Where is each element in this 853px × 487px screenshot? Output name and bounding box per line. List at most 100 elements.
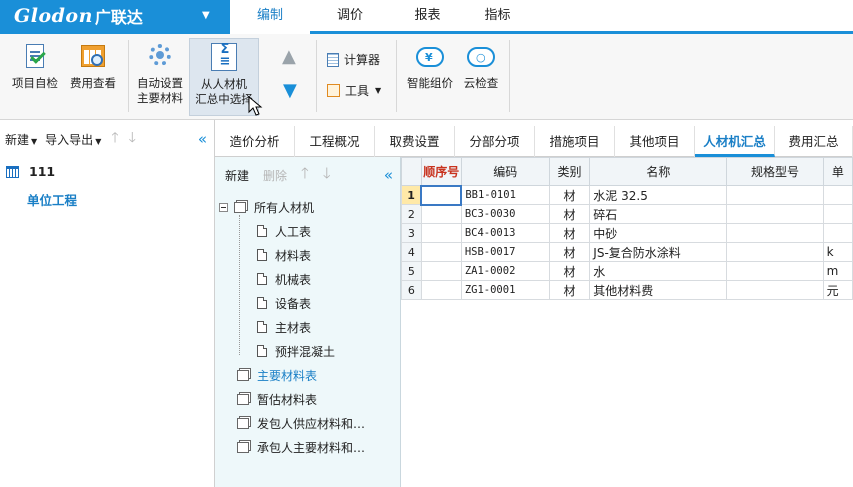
spec-cell[interactable] — [726, 280, 824, 300]
name-cell[interactable]: 中砂 — [589, 223, 728, 243]
name-cell[interactable]: JS-复合防水涂料 — [589, 242, 728, 262]
column-header-sequence[interactable]: 顺序号 — [420, 157, 462, 186]
unit-project-node[interactable]: 单位工程 — [27, 190, 77, 209]
tab-fee-settings[interactable]: 取费设置 — [375, 126, 455, 157]
name-cell[interactable]: 水泥 32.5 — [589, 185, 728, 205]
page-icon — [257, 297, 267, 309]
arrow-down-icon[interactable]: 🡓 — [323, 163, 331, 188]
table-row[interactable]: 4 HSB-0017 材 JS-复合防水涂料 k — [401, 242, 853, 262]
tree-node-label: 预拌混凝土 — [275, 344, 336, 359]
cloud-yen-icon: ¥ — [414, 42, 446, 72]
collapse-left-icon[interactable]: « — [198, 130, 207, 148]
tree-node-labor[interactable]: 人工表 — [257, 220, 311, 242]
menu-price-adjust[interactable]: 调价 — [310, 0, 390, 32]
project-check-button[interactable]: 项目自检 — [6, 38, 64, 91]
sequence-cell[interactable] — [420, 184, 463, 206]
sequence-cell[interactable] — [420, 280, 462, 300]
tree-node-main-materials[interactable]: 主材表 — [257, 316, 311, 338]
table-row[interactable]: 5 ZA1-0002 材水 m — [401, 261, 853, 281]
sequence-cell[interactable] — [420, 242, 462, 262]
tree-node-contractor-main[interactable]: 承包人主要材料和… — [237, 436, 365, 458]
arrow-up-icon[interactable]: 🡑 — [301, 163, 309, 188]
tab-cost-analysis[interactable]: 造价分析 — [215, 126, 295, 157]
project-tree-panel: 新建 ▼ 导入导出 ▼ 🡑 🡓 « 111 单位工程 — [0, 120, 215, 487]
table-row[interactable]: 1 BB1-0101 材水泥 32.5 — [401, 184, 853, 206]
move-down-icon[interactable]: ▼ — [283, 80, 297, 101]
tools-dropdown[interactable]: 工具 ▼ — [327, 82, 381, 99]
project-node[interactable]: 111 — [6, 164, 55, 179]
menu-indicators[interactable]: 指标 — [465, 0, 530, 32]
code-cell[interactable]: ZG1-0001 — [460, 280, 550, 300]
unit-cell[interactable]: k — [822, 242, 853, 262]
smart-price-button[interactable]: ¥ 智能组价 — [402, 38, 458, 91]
category-cell[interactable]: 材 — [548, 185, 591, 205]
name-cell[interactable]: 其他材料费 — [589, 280, 728, 300]
spec-cell[interactable] — [726, 185, 824, 205]
table-row[interactable]: 6 ZG1-0001 材其他材料费 元 — [401, 280, 853, 300]
tree-node-employer-supplied[interactable]: 发包人供应材料和… — [237, 412, 365, 434]
tab-resource-summary[interactable]: 人材机汇总 — [695, 126, 775, 157]
app-logo-button[interactable]: Glodon 广联达 ▼ — [0, 0, 230, 32]
column-header-code[interactable]: 编码 — [460, 157, 550, 186]
unit-cell[interactable]: 元 — [822, 280, 853, 300]
tree-node-ready-mix-concrete[interactable]: 预拌混凝土 — [257, 340, 335, 362]
tab-project-overview[interactable]: 工程概况 — [295, 126, 375, 157]
fee-view-button[interactable]: 费用查看 — [64, 38, 122, 91]
table-row[interactable]: 3 BC4-0013 材中砂 — [401, 223, 853, 243]
menu-reports[interactable]: 报表 — [390, 0, 465, 32]
category-cell[interactable]: 材 — [548, 242, 591, 262]
import-export-dropdown[interactable]: 导入导出 ▼ — [45, 131, 101, 148]
unit-cell[interactable] — [822, 223, 853, 243]
code-cell[interactable]: HSB-0017 — [460, 242, 550, 262]
code-cell[interactable]: BC4-0013 — [460, 223, 550, 243]
tab-sub-items[interactable]: 分部分项 — [455, 126, 535, 157]
spec-cell[interactable] — [726, 242, 824, 262]
tree-node-key-materials[interactable]: 主要材料表 — [237, 364, 317, 386]
sequence-cell[interactable] — [420, 261, 462, 281]
tree-node-equipment[interactable]: 设备表 — [257, 292, 311, 314]
tree-node-materials[interactable]: 材料表 — [257, 244, 311, 266]
delete-button[interactable]: 删除 — [263, 167, 287, 184]
move-up-icon[interactable]: ▲ — [282, 46, 296, 67]
sequence-cell[interactable] — [420, 223, 462, 243]
category-cell[interactable]: 材 — [548, 261, 591, 281]
category-cell[interactable]: 材 — [548, 223, 591, 243]
ribbon-divider — [128, 40, 129, 112]
fee-view-label: 费用查看 — [70, 76, 116, 90]
arrow-up-icon[interactable]: 🡑 — [111, 127, 118, 151]
table-row[interactable]: 2 BC3-0030 材碎石 — [401, 204, 853, 224]
calculator-button[interactable]: 计算器 — [327, 51, 380, 68]
auto-set-main-material-button[interactable]: 自动设置 主要材料 — [132, 38, 188, 106]
tab-fee-summary[interactable]: 费用汇总 — [775, 126, 853, 157]
column-header-category[interactable]: 类别 — [548, 157, 591, 186]
spec-cell[interactable] — [726, 261, 824, 281]
column-header-name[interactable]: 名称 — [589, 157, 728, 186]
unit-cell[interactable] — [822, 185, 853, 205]
unit-cell[interactable] — [822, 204, 853, 224]
tree-node-provisional-materials[interactable]: 暂估材料表 — [237, 388, 317, 410]
tab-measures[interactable]: 措施项目 — [535, 126, 615, 157]
collapse-left-icon[interactable]: « — [384, 166, 393, 184]
category-cell[interactable]: 材 — [548, 280, 591, 300]
arrow-down-icon[interactable]: 🡓 — [129, 127, 136, 151]
new-dropdown[interactable]: 新建 ▼ — [5, 131, 37, 148]
tree-node-all-resources[interactable]: 所有人材机 — [219, 196, 314, 218]
column-header-spec[interactable]: 规格型号 — [726, 157, 824, 186]
sequence-cell[interactable] — [420, 204, 462, 224]
spec-cell[interactable] — [726, 223, 824, 243]
new-button[interactable]: 新建 — [225, 167, 249, 184]
menu-edit[interactable]: 编制 — [230, 0, 310, 32]
ribbon-divider — [396, 40, 397, 112]
code-cell[interactable]: BC3-0030 — [460, 204, 550, 224]
name-cell[interactable]: 碎石 — [589, 204, 728, 224]
tab-other-items[interactable]: 其他项目 — [615, 126, 695, 157]
column-header-unit[interactable]: 单 — [822, 157, 853, 186]
tree-node-machinery[interactable]: 机械表 — [257, 268, 311, 290]
name-cell[interactable]: 水 — [589, 261, 728, 281]
spec-cell[interactable] — [726, 204, 824, 224]
code-cell[interactable]: BB1-0101 — [460, 185, 550, 205]
code-cell[interactable]: ZA1-0002 — [460, 261, 550, 281]
cloud-check-button[interactable]: ○ 云检查 — [458, 38, 504, 91]
unit-cell[interactable]: m — [822, 261, 853, 281]
category-cell[interactable]: 材 — [548, 204, 591, 224]
